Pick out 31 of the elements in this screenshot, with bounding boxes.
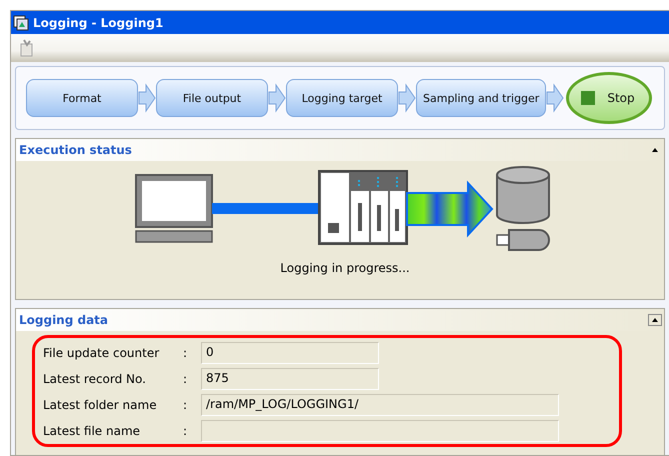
readonly-field: /ram/MP_LOG/LOGGING1/ bbox=[201, 394, 559, 416]
readonly-field: 875 bbox=[201, 368, 379, 390]
field-label: Latest file name bbox=[43, 424, 142, 438]
separator: : bbox=[183, 346, 188, 360]
collapse-icon[interactable] bbox=[652, 148, 658, 152]
step-button[interactable]: Format bbox=[26, 79, 138, 117]
status-message: Logging in progress... bbox=[280, 261, 410, 275]
step-button[interactable]: Logging target bbox=[286, 79, 398, 117]
field-label: Latest folder name bbox=[43, 398, 158, 412]
readonly-field: 0 bbox=[201, 342, 379, 364]
arrow-icon bbox=[398, 83, 416, 113]
arrow-icon bbox=[138, 83, 156, 113]
field-label: File update counter bbox=[43, 346, 160, 360]
computer-icon bbox=[135, 174, 213, 243]
window-title: Logging - Logging1 bbox=[33, 16, 164, 30]
stop-icon bbox=[581, 91, 596, 105]
field-label: Latest record No. bbox=[43, 372, 147, 386]
separator: : bbox=[183, 372, 188, 386]
import-icon[interactable] bbox=[19, 39, 35, 57]
arrow-icon bbox=[546, 83, 564, 113]
window-app-icon bbox=[13, 14, 29, 30]
panel-title: Logging data bbox=[19, 313, 108, 327]
usb-stick-icon bbox=[496, 229, 550, 251]
arrow-icon bbox=[268, 83, 286, 113]
separator: : bbox=[183, 424, 188, 438]
separator: : bbox=[183, 398, 188, 412]
step-button[interactable]: Sampling and trigger bbox=[416, 79, 546, 117]
stop-button[interactable]: Stop bbox=[566, 72, 652, 124]
step-button[interactable]: File output bbox=[156, 79, 268, 117]
database-icon bbox=[496, 166, 550, 224]
panel-title: Execution status bbox=[19, 143, 132, 157]
